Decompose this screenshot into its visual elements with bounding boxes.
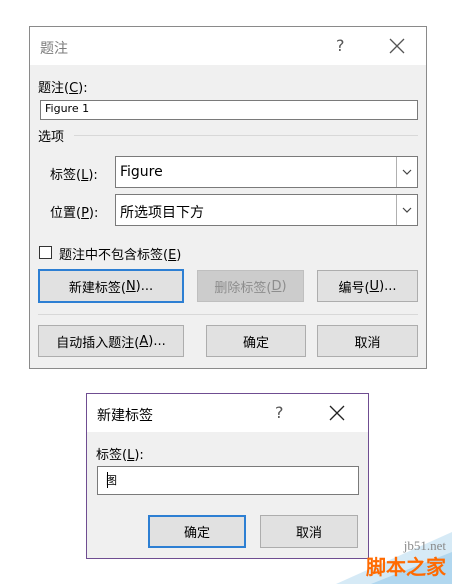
text-caret	[107, 472, 108, 488]
ok-button[interactable]: 确定	[206, 325, 306, 357]
footer-divider	[38, 314, 418, 315]
caption-input-value: Figure 1	[45, 102, 90, 115]
caption-field-label: 题注(C):	[38, 81, 88, 96]
numbering-button[interactable]: 编号(U)...	[317, 270, 418, 302]
new-label-dialog: 新建标签 ? 标签(L): 图 确定 取消	[86, 393, 369, 559]
help-button[interactable]: ?	[336, 36, 345, 55]
label-select-value: Figure	[120, 164, 163, 180]
help-button[interactable]: ?	[275, 403, 284, 422]
cancel-button[interactable]: 取消	[317, 325, 418, 357]
new-label-button[interactable]: 新建标签(N)...	[38, 269, 184, 303]
chevron-down-icon[interactable]	[396, 157, 417, 187]
watermark-site: jb51.net	[403, 538, 446, 553]
label-field-label: 标签(L):	[50, 168, 98, 183]
close-icon[interactable]	[387, 36, 407, 56]
new-label-field-label: 标签(L):	[96, 448, 144, 463]
exclude-label-text: 题注中不包含标签(E)	[59, 248, 182, 263]
exclude-label-checkbox[interactable]	[39, 246, 52, 259]
watermark-name: 脚本之家	[366, 555, 446, 579]
options-section-label: 选项	[38, 130, 65, 145]
new-label-dialog-title: 新建标签	[97, 408, 153, 424]
chevron-down-icon[interactable]	[396, 195, 417, 225]
label-select[interactable]: Figure	[115, 156, 418, 188]
delete-label-button[interactable]: 删除标签(D)	[197, 270, 304, 302]
new-label-cancel-button[interactable]: 取消	[260, 515, 358, 548]
caption-dialog: 题注 ? 题注(C): Figure 1 选项 标签(L): Figure 位置…	[29, 26, 427, 369]
position-select[interactable]: 所选项目下方	[115, 194, 418, 226]
options-divider	[74, 135, 418, 136]
position-field-label: 位置(P):	[50, 206, 99, 221]
caption-dialog-titlebar[interactable]: 题注 ?	[30, 27, 426, 65]
new-label-input[interactable]: 图	[97, 466, 359, 495]
autocaption-button[interactable]: 自动插入题注(A)...	[38, 325, 184, 357]
caption-input[interactable]: Figure 1	[40, 100, 418, 120]
position-select-value: 所选项目下方	[120, 205, 204, 221]
close-icon[interactable]	[327, 403, 347, 423]
new-label-dialog-titlebar[interactable]: 新建标签 ?	[87, 394, 368, 432]
new-label-ok-button[interactable]: 确定	[148, 515, 246, 548]
caption-dialog-title: 题注	[40, 41, 68, 57]
